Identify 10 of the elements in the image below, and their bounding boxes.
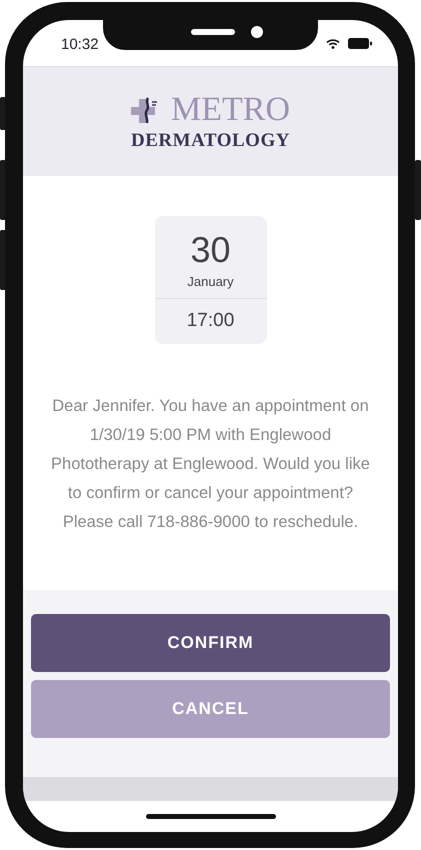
appointment-time: 17:00 (186, 310, 234, 331)
confirm-button[interactable]: CONFIRM (31, 614, 390, 672)
wifi-icon (326, 38, 340, 48)
appointment-message: Dear Jennifer. You have an appointment on 1/30/19 5:00 PM with Englewood Phototherapy at Englewood. Would you like to confirm or cancel your appointment? Please call 718-886-9000 to reschedule. (50, 396, 371, 532)
date-month: January (187, 274, 234, 289)
status-time: 10:32 (61, 35, 99, 55)
battery-icon (348, 38, 372, 49)
date-day: 30 (190, 229, 231, 270)
logo-title: METRO (171, 93, 290, 127)
logo-subtitle: DERMATOLOGY (131, 131, 290, 150)
